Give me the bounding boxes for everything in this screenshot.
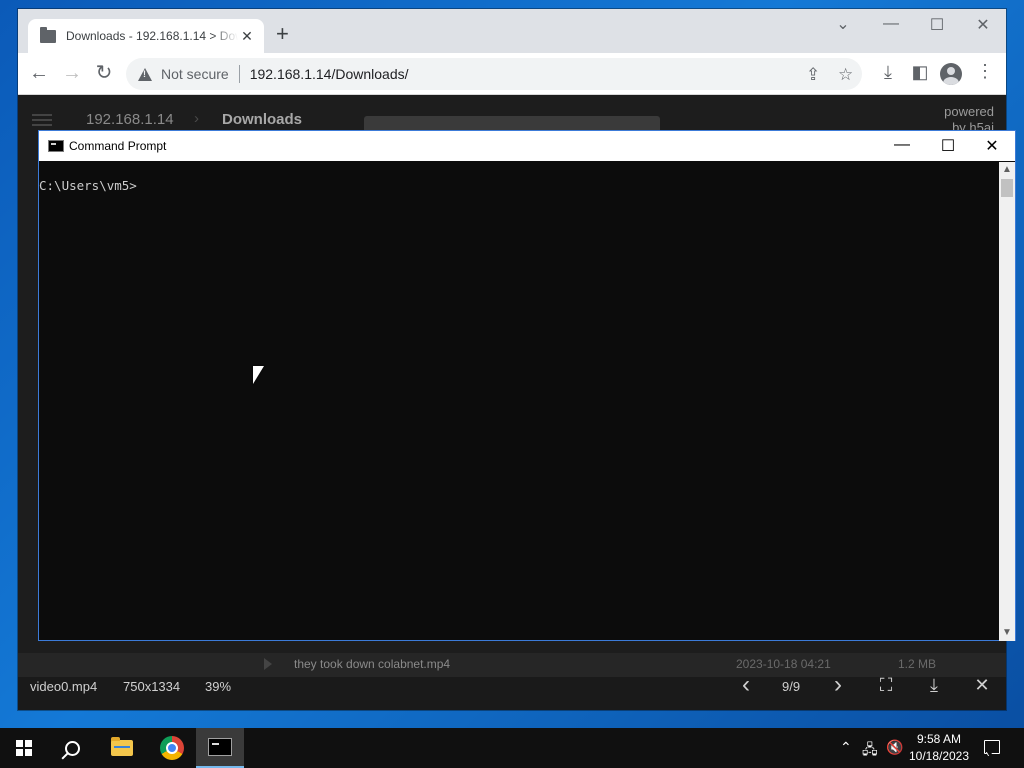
breadcrumb-host[interactable]: 192.168.1.14: [86, 111, 174, 128]
command-prompt-window[interactable]: Command Prompt — ☐ ✕ C:\Users\vm5> ▲ ▼: [38, 130, 1016, 641]
preview-counter: 9/9: [782, 679, 801, 694]
console-icon: [48, 140, 64, 152]
system-clock[interactable]: 9:58 AM 10/18/2023: [904, 731, 974, 765]
cmd-prompt-text: C:\Users\vm5>: [39, 178, 137, 193]
preview-dimensions: 750x1334: [123, 679, 181, 694]
preview-zoom: 39%: [205, 679, 232, 694]
clock-date: 10/18/2023: [908, 749, 970, 763]
download-preview-icon[interactable]: ⤓: [922, 675, 946, 696]
tab-search-button[interactable]: ⌄: [820, 14, 866, 34]
scroll-thumb[interactable]: [1001, 179, 1013, 197]
mouse-cursor-icon: [253, 366, 264, 384]
browser-tab[interactable]: Downloads - 192.168.1.14 > Downloads ✕: [28, 19, 264, 53]
cmd-window-title: Command Prompt: [69, 139, 167, 153]
show-hidden-icons-icon[interactable]: ⌃: [840, 739, 852, 756]
tab-strip: Downloads - 192.168.1.14 > Downloads ✕ +…: [18, 9, 1006, 53]
previous-icon[interactable]: ‹: [734, 671, 758, 699]
file-date: 2023-10-18 04:21: [736, 657, 831, 671]
cmd-minimize-button[interactable]: —: [879, 136, 925, 154]
minimize-button[interactable]: —: [868, 15, 914, 33]
download-icon[interactable]: ⤓: [876, 62, 900, 83]
cmd-scrollbar[interactable]: ▲ ▼: [999, 162, 1015, 641]
powered-line-1: powered: [944, 104, 994, 119]
breadcrumb-current[interactable]: Downloads: [222, 111, 302, 128]
close-preview-icon[interactable]: ✕: [970, 675, 994, 696]
cmd-maximize-button[interactable]: ☐: [925, 136, 971, 156]
warning-icon[interactable]: [138, 67, 152, 81]
network-icon[interactable]: 🖧: [862, 739, 878, 763]
file-size: 1.2 MB: [898, 657, 937, 671]
folder-icon: [111, 737, 133, 756]
folder-icon: [40, 26, 56, 43]
url-text[interactable]: 192.168.1.14/Downloads/: [250, 66, 409, 82]
close-window-button[interactable]: ✕: [960, 15, 1006, 35]
cmd-close-button[interactable]: ✕: [969, 136, 1015, 156]
search-button[interactable]: [48, 728, 96, 768]
scroll-up-icon[interactable]: ▲: [999, 162, 1015, 178]
search-icon: [64, 740, 80, 756]
play-icon: [264, 658, 272, 670]
back-button[interactable]: ←: [26, 61, 52, 85]
share-icon[interactable]: ⇪: [806, 65, 820, 85]
start-button[interactable]: [0, 728, 48, 768]
preview-filename: video0.mp4: [30, 679, 98, 694]
file-explorer-button[interactable]: [98, 728, 146, 768]
cmd-console-area[interactable]: C:\Users\vm5>: [39, 162, 999, 640]
tab-title: Downloads - 192.168.1.14 > Downloads: [66, 29, 238, 43]
volume-muted-icon[interactable]: 🔇: [886, 739, 903, 756]
preview-toolbar: video0.mp4 750x1334 39% ‹ 9/9 › ⛶ ⤓ ✕: [18, 671, 1006, 710]
windows-logo-icon: [16, 740, 32, 756]
clock-time: 9:58 AM: [916, 732, 962, 746]
new-tab-button[interactable]: +: [276, 22, 289, 46]
hamburger-icon[interactable]: [32, 114, 52, 126]
next-icon[interactable]: ›: [826, 671, 850, 699]
side-panel-icon[interactable]: ◧: [908, 62, 932, 83]
scroll-down-icon[interactable]: ▼: [999, 625, 1015, 641]
browser-toolbar: ← → ↻ Not secure 192.168.1.14/Downloads/…: [18, 53, 1006, 95]
profile-icon[interactable]: [940, 63, 962, 85]
chrome-button[interactable]: [148, 728, 196, 768]
security-label[interactable]: Not secure: [161, 66, 229, 82]
omnibox-divider: [238, 65, 240, 83]
file-name[interactable]: they took down colabnet.mp4: [294, 657, 450, 671]
reload-button[interactable]: ↻: [91, 61, 117, 85]
file-list-row[interactable]: they took down colabnet.mp4 2023-10-18 0…: [18, 653, 1006, 677]
menu-icon[interactable]: ⋮: [976, 61, 994, 82]
breadcrumb-separator: ›: [194, 110, 199, 127]
chrome-icon: [160, 736, 184, 760]
console-icon: [208, 738, 232, 756]
address-bar[interactable]: Not secure 192.168.1.14/Downloads/ ⇪ ☆: [126, 58, 862, 90]
fullscreen-icon[interactable]: ⛶: [874, 675, 898, 696]
bookmark-star-icon[interactable]: ☆: [838, 65, 853, 85]
command-prompt-taskbar-button[interactable]: [196, 728, 244, 768]
cmd-title-bar[interactable]: Command Prompt — ☐ ✕: [39, 131, 1015, 161]
maximize-button[interactable]: ☐: [914, 15, 960, 35]
tab-close-icon[interactable]: ✕: [238, 28, 256, 45]
notifications-icon[interactable]: [984, 740, 1000, 754]
forward-button[interactable]: →: [59, 61, 85, 85]
taskbar: ⌃ 🖧 🔇 9:58 AM 10/18/2023: [0, 728, 1024, 768]
